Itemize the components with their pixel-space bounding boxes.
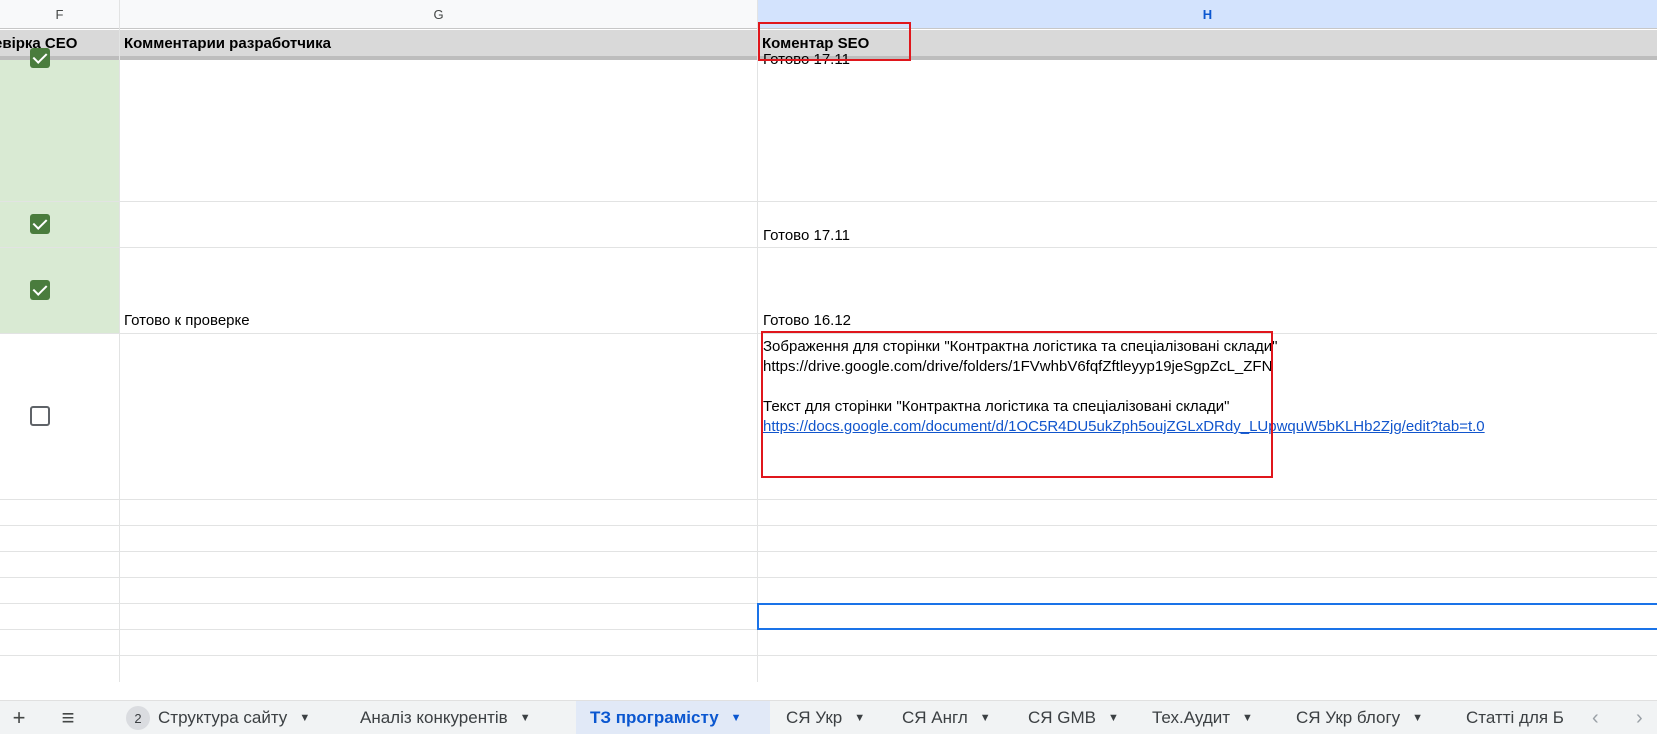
row-divider	[0, 655, 1657, 656]
chevron-down-icon[interactable]: ▼	[520, 712, 531, 724]
tab-label: СЯ Укр блогу	[1296, 708, 1401, 727]
column-divider	[119, 0, 120, 682]
header-cell-dev-comments[interactable]: Комментарии разработчика	[120, 30, 757, 57]
row-divider	[0, 577, 1657, 578]
tab-label: Статті для Б	[1466, 708, 1564, 727]
tab-blog-articles[interactable]: Статті для Б	[1452, 701, 1572, 734]
cell-f-row3[interactable]	[0, 248, 119, 333]
cell-f-row1[interactable]	[0, 60, 119, 201]
checkbox-row3[interactable]	[30, 280, 50, 300]
checkbox-row4[interactable]	[30, 406, 50, 426]
tab-label: Аналіз конкурентів	[360, 708, 508, 727]
all-sheets-menu-icon[interactable]: ≡	[52, 701, 84, 734]
cell-h-row3[interactable]: Готово 16.12	[763, 311, 851, 330]
chevron-down-icon[interactable]: ▼	[299, 712, 310, 724]
tab-label: СЯ GMB	[1028, 708, 1096, 727]
tab-programmer-spec[interactable]: ТЗ програмісту ▼	[576, 701, 770, 734]
cell-g-row3[interactable]: Готово к проверке	[124, 311, 250, 330]
chevron-down-icon[interactable]: ▼	[1242, 712, 1253, 724]
cell-h-row2[interactable]: Готово 17.11	[763, 226, 850, 245]
sheet-grid[interactable]: F G H евірка СЕО Комментарии разработчик…	[0, 0, 1657, 682]
tab-site-structure[interactable]: 2 Структура сайту ▼	[112, 701, 342, 734]
cell-f-row2[interactable]	[0, 202, 119, 247]
active-cell-selection[interactable]	[757, 603, 1657, 630]
scroll-tabs-right-icon[interactable]: ›	[1636, 701, 1643, 734]
tab-label: СЯ Укр	[786, 708, 843, 727]
tab-sya-engl[interactable]: СЯ Англ ▼	[888, 701, 1008, 734]
column-divider	[757, 0, 758, 682]
sheet-tab-bar: + ≡ 2 Структура сайту ▼ Аналіз конкурент…	[0, 700, 1657, 734]
tab-label: Структура сайту	[158, 708, 288, 727]
scroll-tabs-left-icon[interactable]: ‹	[1592, 701, 1599, 734]
row-divider	[0, 551, 1657, 552]
column-header-g[interactable]: G	[120, 0, 757, 29]
column-header-f[interactable]: F	[0, 0, 119, 29]
tab-label: Тех.Аудит	[1152, 708, 1231, 727]
tab-sya-ukr-blog[interactable]: СЯ Укр блогу ▼	[1282, 701, 1452, 734]
row-divider	[0, 499, 1657, 500]
highlight-box-header	[758, 22, 911, 61]
add-sheet-button[interactable]: +	[4, 701, 34, 734]
chevron-down-icon[interactable]: ▼	[731, 712, 742, 724]
chevron-down-icon[interactable]: ▼	[854, 712, 865, 724]
tab-tech-audit[interactable]: Тех.Аудит ▼	[1138, 701, 1288, 734]
row-divider	[0, 247, 1657, 248]
row-divider	[0, 525, 1657, 526]
tab-sya-gmb[interactable]: СЯ GMB ▼	[1014, 701, 1142, 734]
chevron-down-icon[interactable]: ▼	[1412, 712, 1423, 724]
highlight-box-comment	[761, 331, 1273, 478]
chevron-down-icon[interactable]: ▼	[1108, 712, 1119, 724]
row-divider	[0, 201, 1657, 202]
checkbox-row2[interactable]	[30, 214, 50, 234]
tab-label: ТЗ програмісту	[590, 708, 719, 727]
checkbox-row1[interactable]	[30, 48, 50, 68]
chevron-down-icon[interactable]: ▼	[980, 712, 991, 724]
tab-count-badge: 2	[126, 706, 150, 730]
header-cell-seo-check[interactable]: евірка СЕО	[0, 30, 119, 57]
tab-sya-ukr[interactable]: СЯ Укр ▼	[772, 701, 884, 734]
tab-label: СЯ Англ	[902, 708, 968, 727]
tab-competitor-analysis[interactable]: Аналіз конкурентів ▼	[346, 701, 576, 734]
